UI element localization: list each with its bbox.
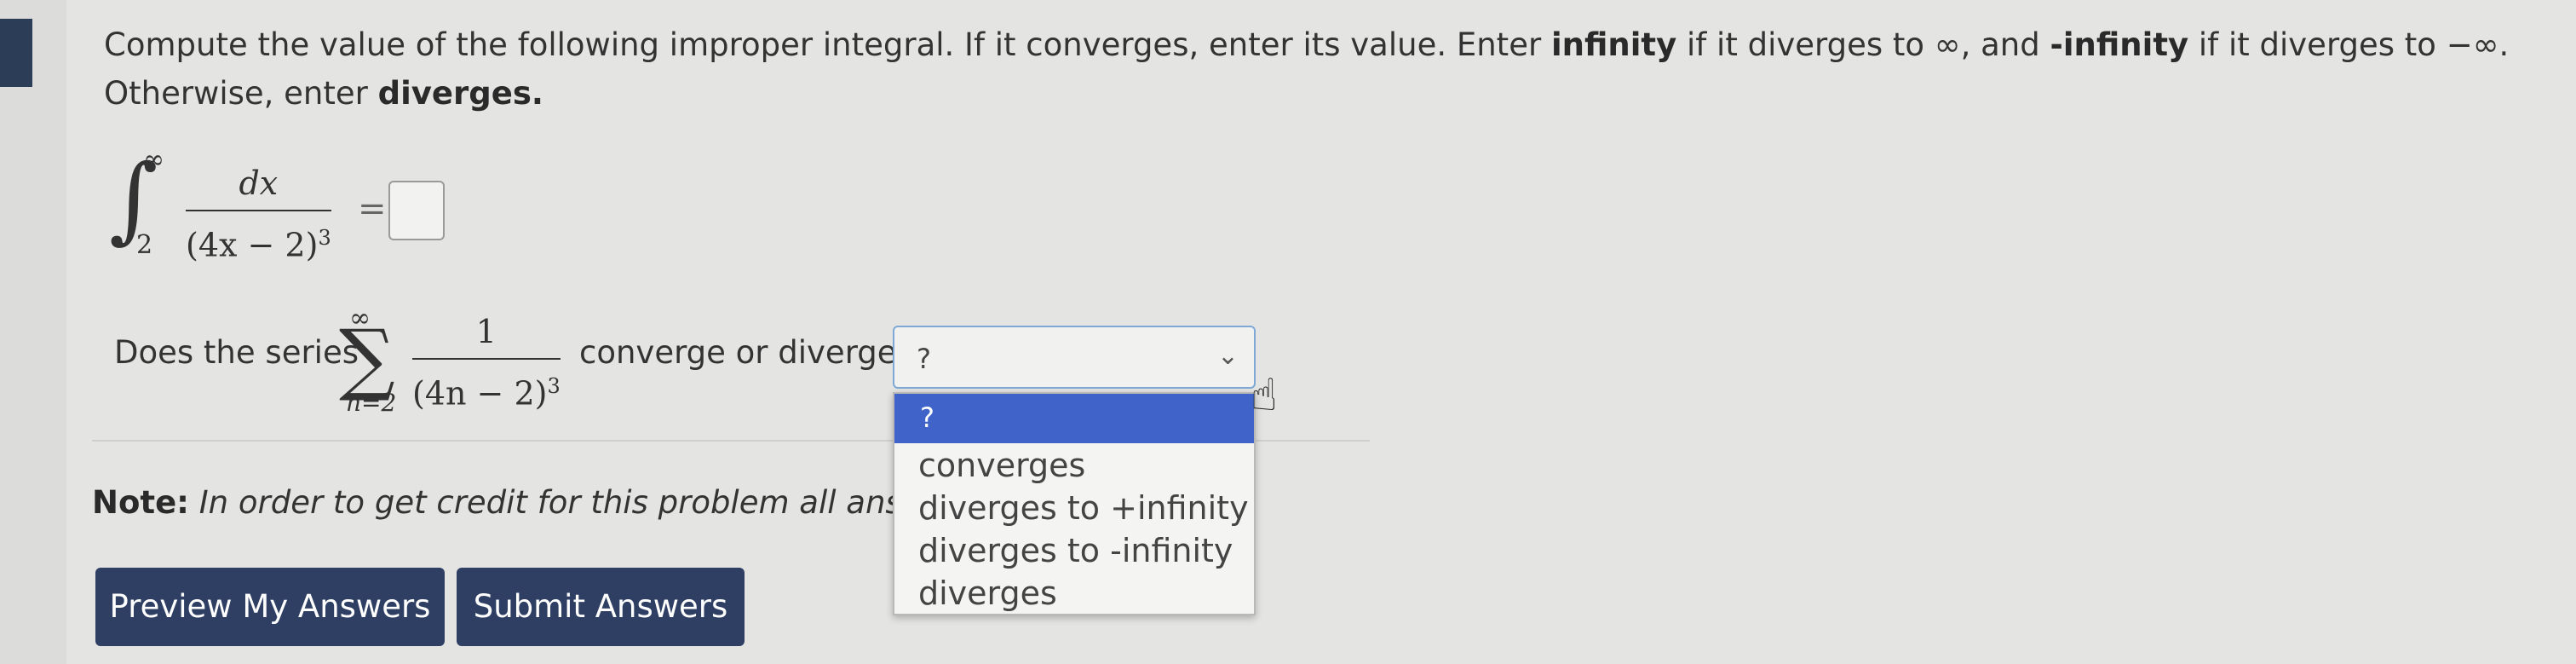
preview-answers-button[interactable]: Preview My Answers (95, 568, 445, 646)
series-label-before: Does the series (114, 334, 359, 371)
convergence-select[interactable]: ? ⌄ (893, 326, 1256, 389)
instructions-infinity: infinity (1550, 26, 1677, 63)
instructions-text-2: if it diverges to ∞, and (1676, 26, 2050, 63)
sum-sign: ∑ (339, 313, 395, 404)
note-label: Note: (92, 484, 189, 521)
hand-cursor-icon: ☝ (1251, 370, 1278, 421)
series-denominator: (4n − 2)3 (412, 365, 561, 415)
chevron-down-icon: ⌄ (1216, 341, 1239, 371)
sum-lower-limit: n=2 (346, 389, 397, 417)
integral-denominator-base: (4x − 2) (186, 226, 319, 264)
integral-denominator: (4x − 2)3 (186, 217, 331, 267)
problem-instructions: Compute the value of the following impro… (104, 20, 2532, 118)
dropdown-option-diverges-neg-infinity[interactable]: diverges to -infinity (894, 530, 1254, 571)
instructions-diverges: diverges. (377, 75, 543, 112)
integral-answer-input[interactable] (388, 181, 445, 240)
series-fraction: 1 (4n − 2)3 (412, 310, 561, 415)
series-numerator: 1 (475, 313, 497, 350)
dropdown-option-diverges-pos-infinity[interactable]: diverges to +infinity (894, 488, 1254, 528)
equals-sign: = (358, 189, 387, 228)
integral-numerator: dx (239, 165, 279, 202)
fraction-bar (186, 210, 331, 211)
integral-fraction: dx (4x − 2)3 (186, 162, 331, 267)
instructions-text: Compute the value of the following impro… (104, 26, 1551, 63)
side-marker (0, 19, 32, 87)
select-current-value: ? (917, 343, 931, 375)
integral-exponent: 3 (318, 226, 331, 250)
dropdown-option-converges[interactable]: converges (894, 445, 1254, 486)
convergence-dropdown-menu: ? converges diverges to +infinity diverg… (893, 392, 1256, 615)
dropdown-option-diverges[interactable]: diverges (894, 573, 1254, 614)
series-label-after: converge or diverge? (579, 334, 914, 371)
series-denominator-base: (4n − 2) (412, 374, 548, 413)
note-text: In order to get credit for this problem … (198, 484, 893, 521)
integral-lower-limit: 2 (136, 230, 153, 260)
integral-upper-limit: ∞ (143, 145, 164, 175)
dropdown-option-placeholder[interactable]: ? (894, 394, 1254, 443)
submit-answers-button[interactable]: Submit Answers (457, 568, 745, 646)
series-exponent: 3 (547, 374, 561, 398)
fraction-bar (412, 358, 561, 360)
credit-note: Note: In order to get credit for this pr… (92, 484, 893, 521)
integral-expression: ∫ ∞ 2 dx (4x − 2)3 = (109, 143, 620, 271)
instructions-neg-infinity: -infinity (2050, 26, 2189, 63)
